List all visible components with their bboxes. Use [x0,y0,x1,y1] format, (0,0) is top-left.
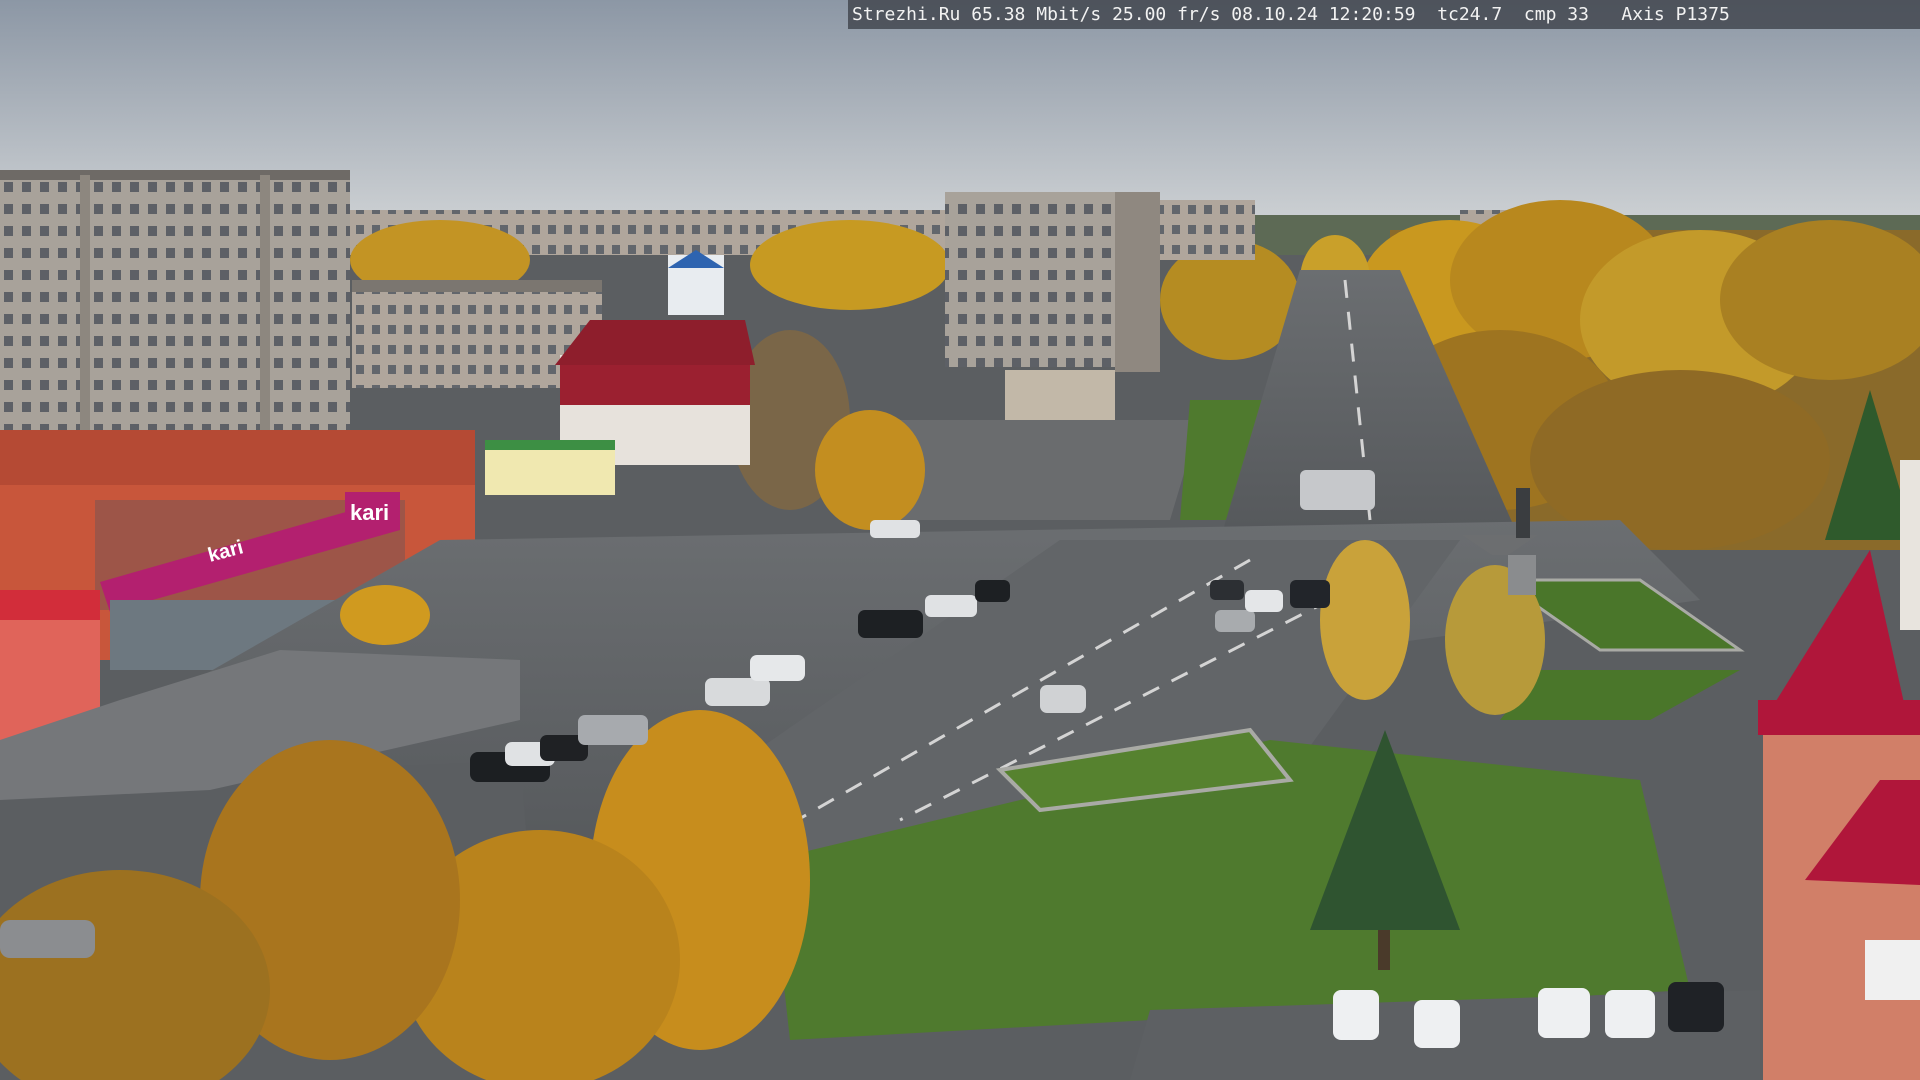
kari-sign-large: kari [350,500,389,525]
city-street-scene: kari kari [0,0,1920,1080]
webcam-frame: kari kari Strezhi.Ru 65.38 Mbit/s 25.00 … [0,0,1920,1080]
camera-info-overlay: Strezhi.Ru 65.38 Mbit/s 25.00 fr/s 08.10… [848,0,1920,29]
